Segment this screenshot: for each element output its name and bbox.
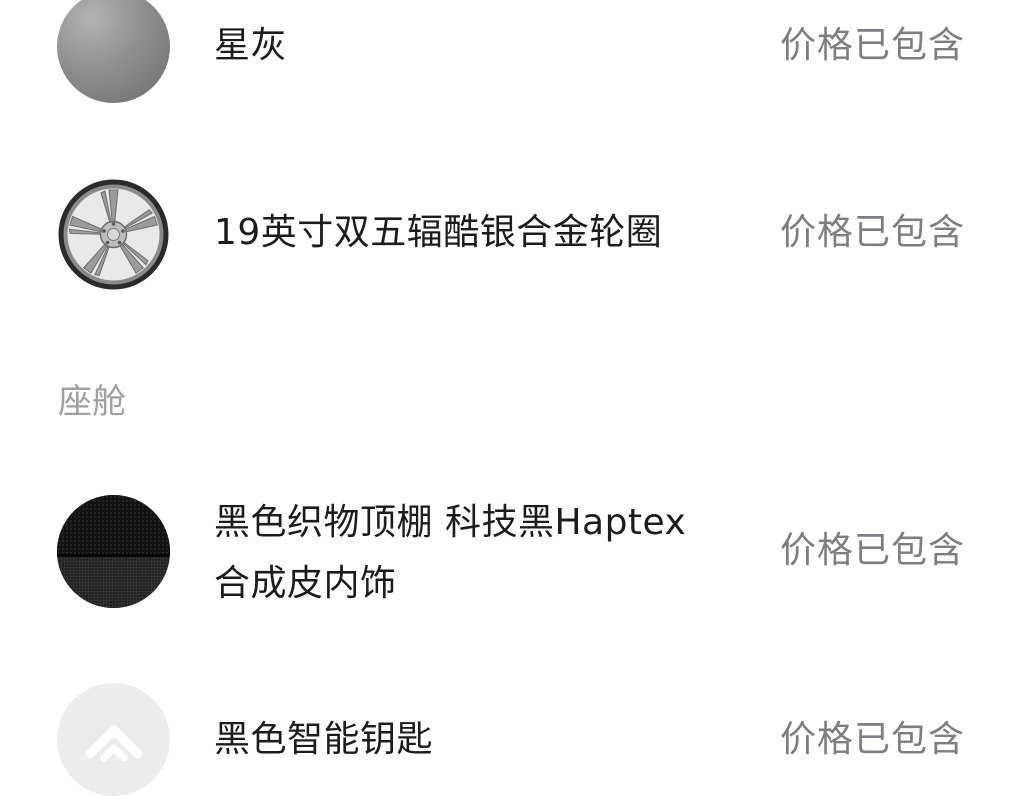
config-item-wheels: 19英寸双五辐酷银合金轮圈 价格已包含 bbox=[0, 170, 1024, 300]
price-status: 价格已包含 bbox=[779, 530, 965, 571]
item-title: 星灰 bbox=[214, 25, 288, 66]
interior-swatch-icon bbox=[57, 495, 170, 608]
trim-swatch-part bbox=[57, 556, 170, 608]
config-item-interior: 黑色织物顶棚 科技黑Haptex 合成皮内饰 价格已包含 bbox=[0, 490, 1024, 620]
brand-logo-icon bbox=[85, 725, 142, 761]
item-title: 黑色织物顶棚 科技黑Haptex 合成皮内饰 bbox=[214, 502, 687, 604]
price-status: 价格已包含 bbox=[779, 719, 965, 760]
price-status: 价格已包含 bbox=[779, 212, 965, 253]
item-title: 19英寸双五辐酷银合金轮圈 bbox=[214, 212, 663, 253]
section-title-cabin: 座舱 bbox=[58, 382, 126, 422]
config-item-exterior-color: 星灰 价格已包含 bbox=[0, 0, 1024, 120]
item-title: 黑色智能钥匙 bbox=[214, 719, 434, 760]
config-item-key: 黑色智能钥匙 价格已包含 bbox=[0, 680, 1024, 796]
key-logo-icon bbox=[57, 683, 170, 796]
price-status: 价格已包含 bbox=[779, 25, 965, 66]
wheel-icon bbox=[57, 178, 170, 291]
color-swatch-icon bbox=[57, 0, 170, 103]
headliner-swatch-part bbox=[57, 495, 170, 554]
